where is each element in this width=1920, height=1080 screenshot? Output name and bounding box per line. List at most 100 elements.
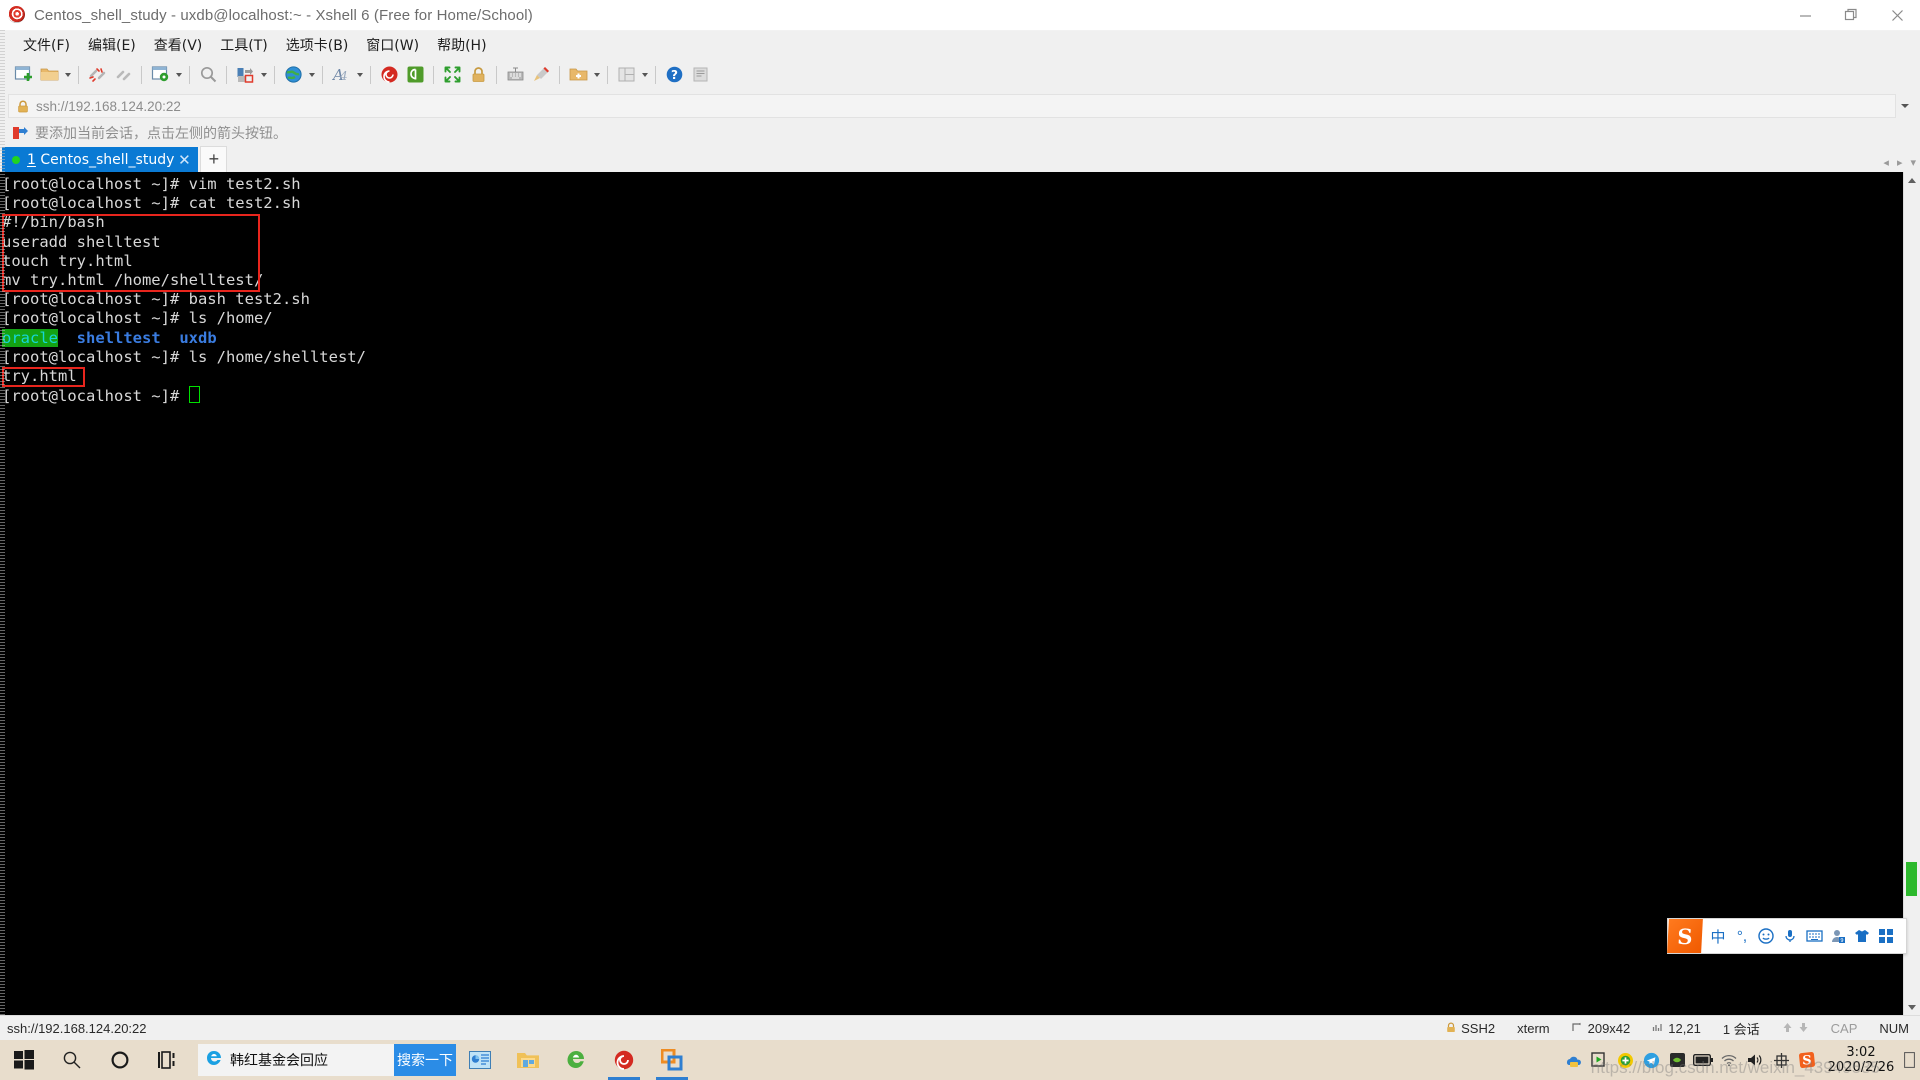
globe-icon[interactable] [280,62,306,88]
voice-input-icon[interactable] [1778,919,1802,953]
task-view-icon[interactable] [144,1040,192,1080]
session-manager-dropdown[interactable] [173,62,184,88]
toolbar: A 4 ? [0,58,1920,91]
taskbar-clock[interactable]: 3:02 2020/2/26 [1820,1040,1902,1080]
nvidia-icon[interactable] [1664,1040,1690,1080]
volume-icon[interactable] [1742,1040,1768,1080]
telegram-icon[interactable] [1638,1040,1664,1080]
edge-icon[interactable] [552,1040,600,1080]
note-icon[interactable] [687,62,713,88]
scroll-up-button[interactable] [1904,172,1920,188]
file-explorer-icon[interactable] [504,1040,552,1080]
terminal-scrollbar[interactable] [1903,172,1920,1015]
menu-window[interactable]: 窗口(W) [357,32,428,58]
window-title: Centos_shell_study - uxdb@localhost:~ - … [34,6,533,24]
tab-bar: 1 Centos_shell_study ✕ + ◂ ▸ ▾ [0,145,1920,172]
maximize-restore-button[interactable] [1828,0,1874,30]
show-desktop-button[interactable] [1902,1040,1916,1080]
status-protocol: SSH2 [1435,1021,1506,1036]
lock-icon[interactable] [465,62,491,88]
start-icon[interactable] [0,1040,48,1080]
emoji-icon[interactable] [1754,919,1778,953]
status-cursor-pos: 12,21 [1641,1021,1712,1036]
menu-tools[interactable]: 工具(T) [211,32,276,58]
xshell-taskbar-icon[interactable] [600,1040,648,1080]
status-bar: ssh://192.168.124.20:22 SSH2 xterm 209x4… [0,1015,1920,1040]
menu-file[interactable]: 文件(F) [14,32,79,58]
chinese-mode-icon[interactable]: 中 [1706,919,1730,953]
menu-help[interactable]: 帮助(H) [428,32,495,58]
terminal-output[interactable]: [root@localhost ~]# vim test2.sh [root@l… [0,172,1903,1015]
punctuation-icon[interactable]: °, [1730,919,1754,953]
skin-icon[interactable] [1850,919,1874,953]
onedrive-icon[interactable] [1560,1040,1586,1080]
keyboard-icon[interactable] [502,62,528,88]
disconnect-icon[interactable] [84,62,110,88]
user-icon[interactable]: 9 [1826,919,1850,953]
hint-bar: 要添加当前会话，点击左侧的箭头按钮。 [0,121,1920,145]
help-icon[interactable]: ? [661,62,687,88]
fullscreen-icon[interactable] [439,62,465,88]
address-input[interactable]: ssh://192.168.124.20:22 [8,94,1896,118]
terminal-line: [root@localhost ~]# vim test2.sh [2,175,301,193]
powerpoint-icon[interactable] [456,1040,504,1080]
toolbar-drag-handle[interactable] [0,30,5,1016]
battery-icon[interactable] [1690,1040,1716,1080]
sogou-tray-icon[interactable]: S [1794,1040,1820,1080]
globe-dropdown[interactable] [306,62,317,88]
update-icon[interactable] [1612,1040,1638,1080]
open-folder-dropdown[interactable] [62,62,73,88]
xshell-spiral-icon [8,6,26,24]
cortana-icon[interactable] [96,1040,144,1080]
tab-close-icon[interactable]: ✕ [174,147,194,172]
title-bar: Centos_shell_study - uxdb@localhost:~ - … [0,0,1920,31]
session-manager-icon[interactable] [147,62,173,88]
search-icon[interactable] [48,1040,96,1080]
tab-nav-menu[interactable]: ▾ [1910,156,1916,169]
tab-nav-prev[interactable]: ◂ [1883,156,1889,169]
menu-view[interactable]: 查看(V) [145,32,212,58]
font-dropdown[interactable] [354,62,365,88]
transfer-icon[interactable] [232,62,258,88]
sogou-logo-icon[interactable]: S [1667,919,1703,953]
toolbox-icon[interactable] [1874,919,1898,953]
find-icon[interactable] [195,62,221,88]
ime-indicator-icon[interactable] [1768,1040,1794,1080]
close-button[interactable] [1874,0,1920,30]
xftp-icon[interactable] [402,62,428,88]
news-widget[interactable]: 韩红基金会回应 [198,1044,394,1076]
news-search-button[interactable]: 搜索一下 [394,1044,456,1076]
minimize-button[interactable] [1782,0,1828,30]
terminal-line: touch try.html [2,251,133,270]
ie-icon [204,1048,224,1073]
connect-icon[interactable] [110,62,136,88]
layout-icon[interactable] [613,62,639,88]
arrow-down-icon [1798,1021,1809,1036]
scroll-down-button[interactable] [1904,999,1920,1015]
new-session-icon[interactable] [10,62,36,88]
highlight-icon[interactable] [528,62,554,88]
font-icon[interactable]: A 4 [328,62,354,88]
menu-edit[interactable]: 编辑(E) [79,32,145,58]
open-folder-icon[interactable] [36,62,62,88]
chevron-down-icon[interactable] [1896,95,1914,117]
sogou-ime-bar[interactable]: S 中 °, 9 [1667,918,1907,954]
tab-centos-shell-study[interactable]: 1 Centos_shell_study ✕ [2,147,199,172]
toolbar-separator [559,65,560,84]
tab-nav-next[interactable]: ▸ [1897,156,1903,169]
add-folder-dropdown[interactable] [591,62,602,88]
new-tab-button[interactable]: + [200,146,228,172]
xshell-window: Centos_shell_study - uxdb@localhost:~ - … [0,0,1920,1080]
add-folder-icon[interactable] [565,62,591,88]
wifi-icon[interactable] [1716,1040,1742,1080]
screen-recorder-icon[interactable] [1586,1040,1612,1080]
transfer-dropdown[interactable] [258,62,269,88]
menu-tabs[interactable]: 选项卡(B) [277,32,358,58]
arrow-flag-icon [12,126,28,140]
terminal-line: mv try.html /home/shelltest/ [2,270,264,289]
scrollbar-thumb[interactable] [1906,862,1917,896]
soft-keyboard-icon[interactable] [1802,919,1826,953]
vmware-icon[interactable] [648,1040,696,1080]
layout-dropdown[interactable] [639,62,650,88]
xshell-icon[interactable] [376,62,402,88]
